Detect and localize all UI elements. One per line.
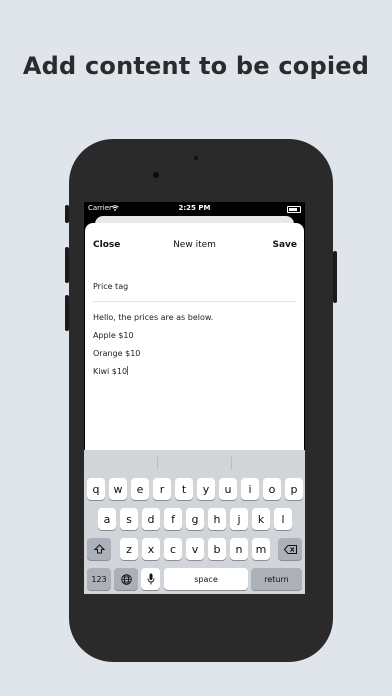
content-line: Apple $10 <box>93 331 134 340</box>
content-line: Orange $10 <box>93 349 141 358</box>
key-m[interactable]: m <box>252 538 270 560</box>
key-y[interactable]: y <box>197 478 215 500</box>
microphone-icon <box>147 573 154 585</box>
key-z[interactable]: z <box>120 538 138 560</box>
key-v[interactable]: v <box>186 538 204 560</box>
prediction-divider <box>231 456 232 470</box>
prediction-divider <box>157 456 158 470</box>
nav-title: New item <box>173 240 216 250</box>
space-key[interactable]: space <box>164 568 248 590</box>
key-r[interactable]: r <box>153 478 171 500</box>
key-q[interactable]: q <box>87 478 105 500</box>
key-i[interactable]: i <box>241 478 259 500</box>
title-field[interactable]: Price tag <box>93 282 128 291</box>
key-s[interactable]: s <box>120 508 138 530</box>
phone-screen: Carrier 2:25 PM Close New item Save Pric… <box>84 202 305 594</box>
key-u[interactable]: u <box>219 478 237 500</box>
text-caret <box>127 366 129 375</box>
volume-up-button <box>65 247 69 283</box>
phone-frame: Carrier 2:25 PM Close New item Save Pric… <box>65 139 337 662</box>
key-o[interactable]: o <box>263 478 281 500</box>
microphone-key[interactable] <box>141 568 160 590</box>
keyboard: q w e r t y u i o p a s d f g h j k l z … <box>84 450 305 594</box>
mute-switch <box>65 205 69 223</box>
save-button[interactable]: Save <box>272 240 297 250</box>
status-time: 2:25 PM <box>178 204 211 212</box>
nav-bar: Close New item Save <box>85 223 304 263</box>
key-k[interactable]: k <box>252 508 270 530</box>
globe-key[interactable] <box>114 568 138 590</box>
shift-icon <box>93 544 105 554</box>
shift-key[interactable] <box>87 538 111 560</box>
content-line: Hello, the prices are as below. <box>93 313 214 322</box>
key-g[interactable]: g <box>186 508 204 530</box>
key-e[interactable]: e <box>131 478 149 500</box>
backspace-icon <box>283 544 297 554</box>
key-x[interactable]: x <box>142 538 160 560</box>
key-p[interactable]: p <box>285 478 303 500</box>
divider <box>93 301 297 302</box>
content-line-with-caret: Kiwi $10 <box>93 363 293 381</box>
key-t[interactable]: t <box>175 478 193 500</box>
key-h[interactable]: h <box>208 508 226 530</box>
key-j[interactable]: j <box>230 508 248 530</box>
power-button <box>333 251 337 303</box>
volume-down-button <box>65 295 69 331</box>
key-w[interactable]: w <box>109 478 127 500</box>
key-d[interactable]: d <box>142 508 160 530</box>
globe-icon <box>120 573 132 585</box>
content-line: Kiwi $10 <box>93 367 128 376</box>
numbers-key[interactable]: 123 <box>87 568 111 590</box>
content-text-area[interactable]: Hello, the prices are as below. Apple $1… <box>93 309 293 381</box>
headline: Add content to be copied <box>22 52 370 80</box>
key-l[interactable]: l <box>274 508 292 530</box>
key-n[interactable]: n <box>230 538 248 560</box>
status-bar: Carrier 2:25 PM <box>84 202 305 215</box>
backspace-key[interactable] <box>278 538 302 560</box>
key-c[interactable]: c <box>164 538 182 560</box>
front-camera <box>153 172 159 178</box>
speaker-dot <box>194 156 198 160</box>
key-a[interactable]: a <box>98 508 116 530</box>
key-b[interactable]: b <box>208 538 226 560</box>
battery-icon <box>287 206 301 213</box>
return-key[interactable]: return <box>251 568 302 590</box>
key-f[interactable]: f <box>164 508 182 530</box>
